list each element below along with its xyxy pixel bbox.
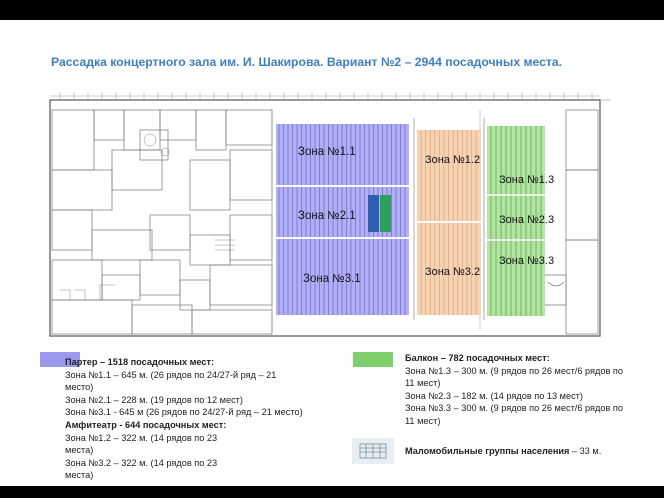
legend-line: Зона №1.1 – 645 м. (26 рядов по 24/27-й … <box>65 369 277 380</box>
zone-3-3-label: Зона №3.3 <box>499 255 555 267</box>
legend-balcony: Балкон – 782 посадочных мест: Зона №1.3 … <box>405 352 655 428</box>
legend-line: Зона №1.2 – 322 м. (14 рядов по 23 <box>65 432 218 443</box>
legend-parter-header: Партер – 1518 посадочных мест: <box>65 357 215 367</box>
legend-amphi-header: Амфитеатр - 644 посадочных мест: <box>65 419 227 430</box>
legend-balcony-header: Балкон – 782 посадочных мест: <box>405 353 550 363</box>
legend-line: место) <box>65 382 94 393</box>
zone-1-2-label: Зона №1.2 <box>425 154 481 166</box>
mobility-seats-icon <box>352 438 394 464</box>
zone-3-2-label: Зона №3.2 <box>425 266 481 278</box>
mobility-strip-2 <box>380 195 391 232</box>
legend-line: Зона №3.2 – 322 м. (14 рядов по 23 <box>65 457 218 468</box>
mobility-value: – 33 м. <box>571 446 602 456</box>
legend-line: 11 мест) <box>405 378 441 389</box>
legend-parter-amphi: Партер – 1518 посадочных мест: Зона №1.1… <box>65 356 345 482</box>
zone-1-3-label: Зона №1.3 <box>499 174 555 186</box>
legend-line: Зона №2.3 – 182 м. (14 рядов по 13 мест) <box>405 390 583 401</box>
balcony-swatch <box>353 352 393 367</box>
legend-line: Зона №2.1 – 228 м. (19 рядов по 12 мест) <box>65 394 243 405</box>
mobility-label: Маломобильные группы населения <box>405 446 570 456</box>
legend-line: места) <box>65 445 94 456</box>
legend-line: Зона №3.1 - 645 м (26 рядов по 24/27-й р… <box>65 407 303 418</box>
legend-line: Зона №1.3 – 300 м. (9 рядов по 26 мест/6… <box>405 365 623 376</box>
mobility-strip <box>368 195 379 232</box>
legend-line: 11 мест) <box>405 415 441 426</box>
legend-line: Зона №3.3 – 300 м. (9 рядов по 26 мест/6… <box>405 403 623 414</box>
zone-3-1-label: Зона №3.1 <box>303 273 361 285</box>
legend-mobility: Маломобильные группы населения – 33 м. <box>405 446 601 456</box>
legend-line: места) <box>65 470 94 481</box>
zone-1-1-label: Зона №1.1 <box>298 146 356 158</box>
zone-2-3-label: Зона №2.3 <box>499 214 555 226</box>
zone-2-1-label: Зона №2.1 <box>298 210 356 222</box>
